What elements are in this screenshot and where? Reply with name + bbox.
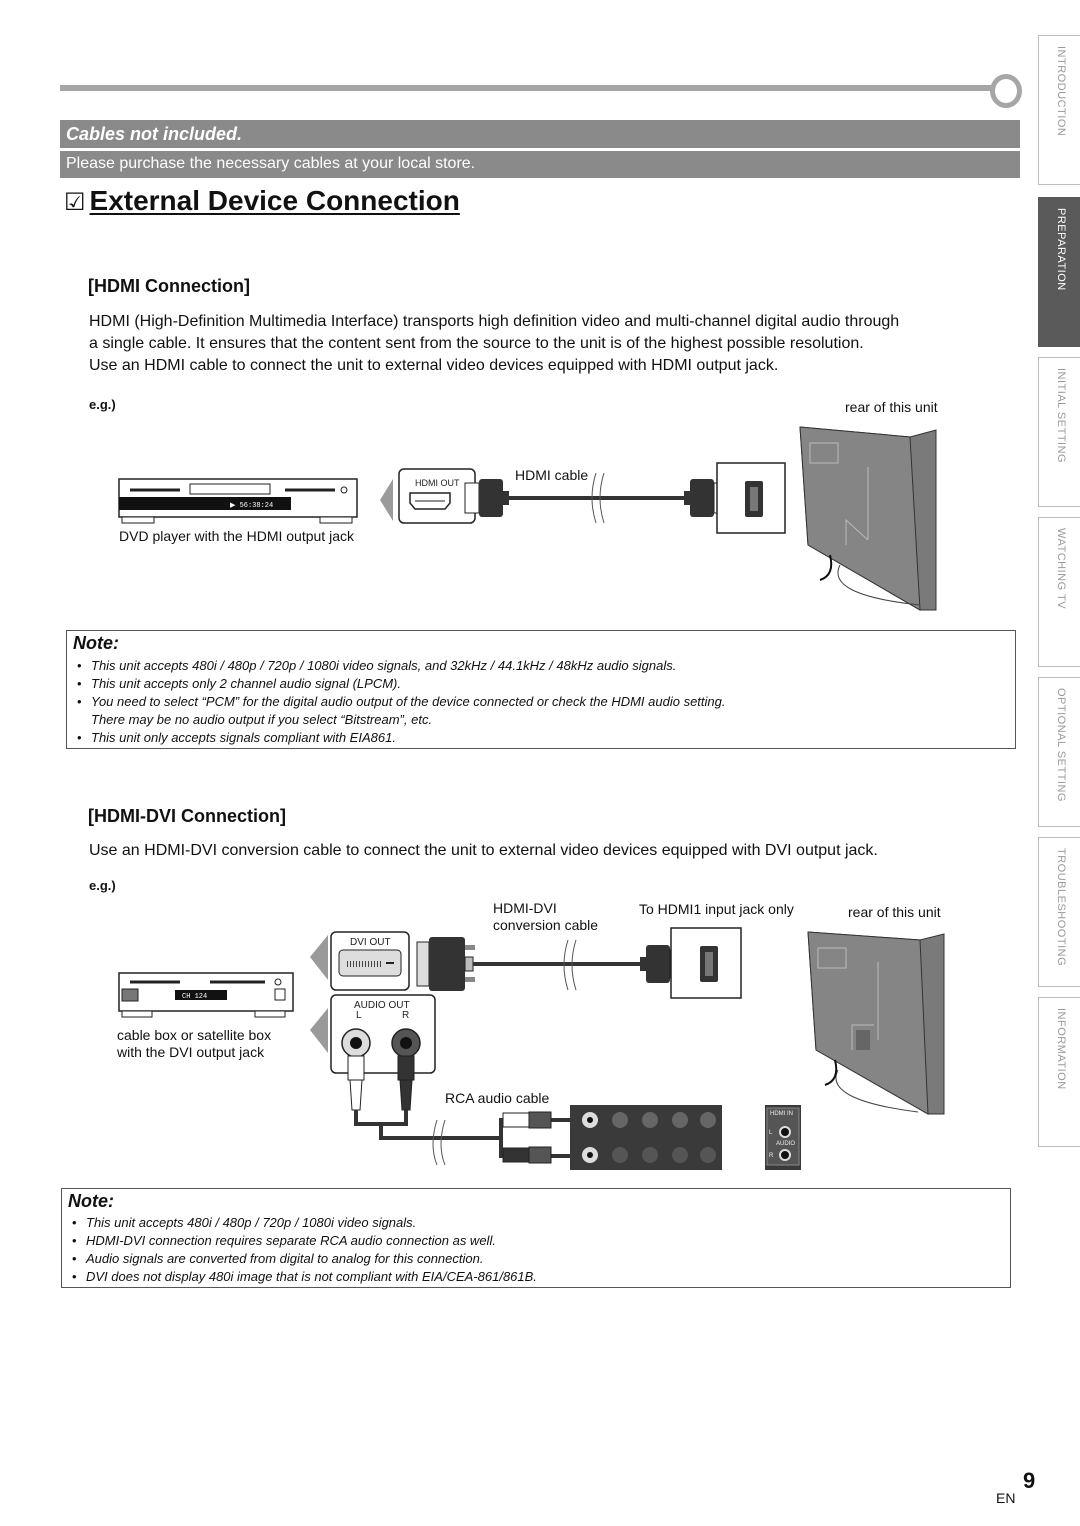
hdmi-paragraph-line: a single cable. It ensures that the cont…	[89, 335, 864, 352]
cables-banner: Cables not included.	[60, 120, 1020, 148]
dvi-eg-label: e.g.)	[89, 878, 116, 893]
note-item: • This unit only accepts signals complian…	[77, 730, 396, 745]
audio-out-r: R	[402, 1010, 409, 1021]
checkbox-icon: ☑	[64, 189, 86, 216]
tv-rear-icon	[807, 931, 945, 1115]
hdmi-paragraph-line: HDMI (High-Definition Multimedia Interfa…	[89, 313, 900, 330]
hdmi-paragraph-line: Use an HDMI cable to connect the unit to…	[89, 357, 779, 374]
dvi-rear-label: rear of this unit	[848, 904, 941, 920]
dvd-player-icon	[118, 478, 358, 524]
tv-jack-panel	[570, 1105, 801, 1170]
dvi-out-label: DVI OUT	[350, 937, 391, 948]
page-number: 9	[1023, 1468, 1036, 1493]
note-list: • This unit accepts 480i / 480p / 720p / …	[72, 1214, 537, 1286]
note-item: • HDMI-DVI connection requires separate R…	[72, 1233, 496, 1248]
hdmi-cable-label: HDMI cable	[515, 467, 588, 483]
hdmi-heading: [HDMI Connection]	[88, 276, 250, 296]
hdmi-plug-icon	[646, 945, 670, 983]
note-item-continuation: There may be no audio output if you sele…	[91, 712, 433, 727]
dvi-paragraph: Use an HDMI-DVI conversion cable to conn…	[89, 842, 878, 859]
hdmi-diagram: ▶ 56:38:24 HDMI OUT HDMI cable	[118, 426, 937, 611]
note-item: • This unit accepts only 2 channel audio …	[77, 676, 401, 691]
dvd-display: ▶ 56:38:24	[230, 502, 273, 510]
side-tab-watching-tv[interactable]: WATCHING TV	[1038, 517, 1080, 667]
side-tab-information[interactable]: INFORMATION	[1038, 997, 1080, 1147]
note-item: • DVI does not display 480i image that is…	[72, 1269, 537, 1284]
side-tab-label: INFORMATION	[1055, 1008, 1067, 1090]
note-item: • This unit accepts 480i / 480p / 720p / …	[77, 658, 677, 673]
note-list: • This unit accepts 480i / 480p / 720p / …	[77, 657, 725, 747]
side-tab-optional-setting[interactable]: OPTIONAL SETTING	[1038, 677, 1080, 827]
cables-banner-sub: Please purchase the necessary cables at …	[60, 151, 1020, 178]
side-tab-label: WATCHING TV	[1055, 528, 1067, 610]
language-label: EN	[996, 1490, 1016, 1506]
side-tab-introduction[interactable]: INTRODUCTION	[1038, 35, 1080, 185]
cable-box-display: CH 124	[182, 993, 207, 1001]
tv-rear-icon	[799, 426, 937, 611]
cable-box-caption: cable box or satellite box with the DVI …	[117, 1027, 272, 1060]
rca-cable-label: RCA audio cable	[445, 1090, 550, 1106]
side-tab-label: INITIAL SETTING	[1055, 368, 1067, 464]
dvd-caption: DVD player with the HDMI output jack	[119, 528, 354, 544]
side-tab-label: TROUBLESHOOTING	[1055, 848, 1067, 967]
hdmi1-input-label: To HDMI1 input jack only	[639, 901, 794, 917]
side-tab-troubleshooting[interactable]: TROUBLESHOOTING	[1038, 837, 1080, 987]
hdmi-rear-label: rear of this unit	[845, 399, 938, 415]
note-item: • Audio signals are converted from digita…	[72, 1251, 484, 1266]
dvi-heading: [HDMI-DVI Connection]	[88, 806, 286, 826]
side-tab-label: PREPARATION	[1055, 208, 1067, 291]
page-title-text: External Device Connection	[89, 185, 460, 216]
panel-audio-label: AUDIO	[776, 1141, 795, 1147]
audio-out-l: L	[356, 1010, 362, 1021]
top-rule	[60, 85, 995, 91]
dvi-note-box: Note: • This unit accepts 480i / 480p / 7…	[61, 1188, 1011, 1288]
cables-banner-title: Cables not included.	[66, 124, 243, 144]
note-item: • You need to select “PCM” for the digita…	[77, 694, 726, 709]
dvi-plug-icon	[429, 937, 465, 991]
hdmi-paragraph: HDMI (High-Definition Multimedia Interfa…	[89, 311, 1029, 377]
hdmi-plug-icon	[479, 479, 503, 517]
note-title: Note:	[68, 1191, 114, 1211]
side-tab-label: INTRODUCTION	[1055, 46, 1067, 137]
top-rule-ring-icon	[990, 74, 1022, 108]
note-item: • This unit accepts 480i / 480p / 720p / …	[72, 1215, 417, 1230]
hdmi-note-box: Note: • This unit accepts 480i / 480p / 7…	[66, 630, 1016, 749]
hdmi-plug-icon	[690, 479, 714, 517]
side-tab-preparation[interactable]: PREPARATION	[1038, 197, 1080, 347]
hdmi-eg-label: e.g.)	[89, 397, 116, 412]
panel-hdmi-in-label: HDMI IN	[770, 1111, 793, 1117]
pointer-arrow-icon	[380, 479, 393, 521]
page-title: ☑ External Device Connection	[64, 185, 460, 217]
side-tab-initial-setting[interactable]: INITIAL SETTING	[1038, 357, 1080, 507]
cables-banner-subtitle: Please purchase the necessary cables at …	[66, 155, 476, 172]
side-tab-label: OPTIONAL SETTING	[1055, 688, 1067, 802]
pointer-arrow-icon	[310, 935, 328, 980]
panel-r-label: R	[769, 1153, 774, 1159]
hdmi-out-label: HDMI OUT	[415, 478, 460, 488]
note-title: Note:	[73, 633, 119, 653]
pointer-arrow-icon	[310, 1008, 328, 1053]
